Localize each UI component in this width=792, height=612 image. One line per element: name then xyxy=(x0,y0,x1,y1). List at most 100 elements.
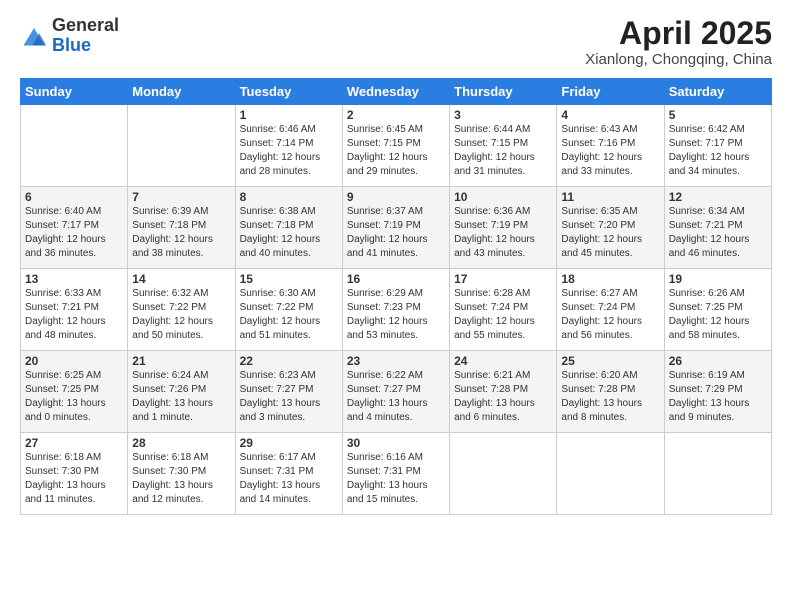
day-info: Sunrise: 6:19 AM Sunset: 7:29 PM Dayligh… xyxy=(669,369,767,425)
calendar-cell: 12Sunrise: 6:34 AM Sunset: 7:21 PM Dayli… xyxy=(664,187,771,269)
day-number: 17 xyxy=(454,272,552,286)
logo-icon xyxy=(20,21,48,49)
day-info: Sunrise: 6:27 AM Sunset: 7:24 PM Dayligh… xyxy=(561,287,659,343)
calendar-table: Sunday Monday Tuesday Wednesday Thursday… xyxy=(20,78,772,515)
calendar-cell: 2Sunrise: 6:45 AM Sunset: 7:15 PM Daylig… xyxy=(342,105,449,187)
calendar-cell: 7Sunrise: 6:39 AM Sunset: 7:18 PM Daylig… xyxy=(128,187,235,269)
calendar-cell: 16Sunrise: 6:29 AM Sunset: 7:23 PM Dayli… xyxy=(342,269,449,351)
day-info: Sunrise: 6:18 AM Sunset: 7:30 PM Dayligh… xyxy=(132,451,230,507)
calendar-week-1: 1Sunrise: 6:46 AM Sunset: 7:14 PM Daylig… xyxy=(21,105,772,187)
calendar-cell: 11Sunrise: 6:35 AM Sunset: 7:20 PM Dayli… xyxy=(557,187,664,269)
location: Xianlong, Chongqing, China xyxy=(585,51,772,68)
calendar-cell xyxy=(664,433,771,515)
day-info: Sunrise: 6:20 AM Sunset: 7:28 PM Dayligh… xyxy=(561,369,659,425)
day-number: 12 xyxy=(669,190,767,204)
calendar-cell: 4Sunrise: 6:43 AM Sunset: 7:16 PM Daylig… xyxy=(557,105,664,187)
calendar-cell: 17Sunrise: 6:28 AM Sunset: 7:24 PM Dayli… xyxy=(450,269,557,351)
day-info: Sunrise: 6:35 AM Sunset: 7:20 PM Dayligh… xyxy=(561,205,659,261)
day-info: Sunrise: 6:16 AM Sunset: 7:31 PM Dayligh… xyxy=(347,451,445,507)
day-info: Sunrise: 6:43 AM Sunset: 7:16 PM Dayligh… xyxy=(561,123,659,179)
day-number: 2 xyxy=(347,108,445,122)
calendar-cell: 3Sunrise: 6:44 AM Sunset: 7:15 PM Daylig… xyxy=(450,105,557,187)
calendar-cell: 14Sunrise: 6:32 AM Sunset: 7:22 PM Dayli… xyxy=(128,269,235,351)
logo: General Blue xyxy=(20,16,119,56)
calendar-week-3: 13Sunrise: 6:33 AM Sunset: 7:21 PM Dayli… xyxy=(21,269,772,351)
title-block: April 2025 Xianlong, Chongqing, China xyxy=(585,16,772,68)
day-number: 5 xyxy=(669,108,767,122)
day-number: 9 xyxy=(347,190,445,204)
calendar-cell: 5Sunrise: 6:42 AM Sunset: 7:17 PM Daylig… xyxy=(664,105,771,187)
calendar-week-4: 20Sunrise: 6:25 AM Sunset: 7:25 PM Dayli… xyxy=(21,351,772,433)
day-info: Sunrise: 6:32 AM Sunset: 7:22 PM Dayligh… xyxy=(132,287,230,343)
col-monday: Monday xyxy=(128,79,235,105)
day-number: 27 xyxy=(25,436,123,450)
day-number: 1 xyxy=(240,108,338,122)
col-sunday: Sunday xyxy=(21,79,128,105)
calendar-cell xyxy=(450,433,557,515)
day-info: Sunrise: 6:44 AM Sunset: 7:15 PM Dayligh… xyxy=(454,123,552,179)
day-number: 21 xyxy=(132,354,230,368)
day-info: Sunrise: 6:45 AM Sunset: 7:15 PM Dayligh… xyxy=(347,123,445,179)
day-info: Sunrise: 6:28 AM Sunset: 7:24 PM Dayligh… xyxy=(454,287,552,343)
col-wednesday: Wednesday xyxy=(342,79,449,105)
day-number: 22 xyxy=(240,354,338,368)
day-number: 20 xyxy=(25,354,123,368)
day-number: 11 xyxy=(561,190,659,204)
day-info: Sunrise: 6:17 AM Sunset: 7:31 PM Dayligh… xyxy=(240,451,338,507)
day-info: Sunrise: 6:26 AM Sunset: 7:25 PM Dayligh… xyxy=(669,287,767,343)
calendar-cell: 25Sunrise: 6:20 AM Sunset: 7:28 PM Dayli… xyxy=(557,351,664,433)
calendar-cell: 20Sunrise: 6:25 AM Sunset: 7:25 PM Dayli… xyxy=(21,351,128,433)
calendar-cell: 1Sunrise: 6:46 AM Sunset: 7:14 PM Daylig… xyxy=(235,105,342,187)
calendar-cell: 27Sunrise: 6:18 AM Sunset: 7:30 PM Dayli… xyxy=(21,433,128,515)
calendar-cell: 23Sunrise: 6:22 AM Sunset: 7:27 PM Dayli… xyxy=(342,351,449,433)
calendar-cell: 18Sunrise: 6:27 AM Sunset: 7:24 PM Dayli… xyxy=(557,269,664,351)
calendar-cell: 24Sunrise: 6:21 AM Sunset: 7:28 PM Dayli… xyxy=(450,351,557,433)
day-number: 26 xyxy=(669,354,767,368)
day-info: Sunrise: 6:37 AM Sunset: 7:19 PM Dayligh… xyxy=(347,205,445,261)
calendar-cell: 30Sunrise: 6:16 AM Sunset: 7:31 PM Dayli… xyxy=(342,433,449,515)
calendar-cell: 21Sunrise: 6:24 AM Sunset: 7:26 PM Dayli… xyxy=(128,351,235,433)
day-info: Sunrise: 6:46 AM Sunset: 7:14 PM Dayligh… xyxy=(240,123,338,179)
day-number: 30 xyxy=(347,436,445,450)
day-number: 3 xyxy=(454,108,552,122)
day-info: Sunrise: 6:22 AM Sunset: 7:27 PM Dayligh… xyxy=(347,369,445,425)
calendar-cell: 15Sunrise: 6:30 AM Sunset: 7:22 PM Dayli… xyxy=(235,269,342,351)
day-number: 7 xyxy=(132,190,230,204)
header-row: Sunday Monday Tuesday Wednesday Thursday… xyxy=(21,79,772,105)
day-number: 4 xyxy=(561,108,659,122)
day-number: 14 xyxy=(132,272,230,286)
day-number: 6 xyxy=(25,190,123,204)
calendar-cell: 29Sunrise: 6:17 AM Sunset: 7:31 PM Dayli… xyxy=(235,433,342,515)
day-info: Sunrise: 6:36 AM Sunset: 7:19 PM Dayligh… xyxy=(454,205,552,261)
col-tuesday: Tuesday xyxy=(235,79,342,105)
day-info: Sunrise: 6:30 AM Sunset: 7:22 PM Dayligh… xyxy=(240,287,338,343)
day-number: 13 xyxy=(25,272,123,286)
calendar-cell: 19Sunrise: 6:26 AM Sunset: 7:25 PM Dayli… xyxy=(664,269,771,351)
day-number: 25 xyxy=(561,354,659,368)
page: General Blue April 2025 Xianlong, Chongq… xyxy=(0,0,792,612)
calendar-cell: 13Sunrise: 6:33 AM Sunset: 7:21 PM Dayli… xyxy=(21,269,128,351)
calendar-cell xyxy=(21,105,128,187)
day-number: 10 xyxy=(454,190,552,204)
calendar-cell xyxy=(128,105,235,187)
day-number: 24 xyxy=(454,354,552,368)
day-info: Sunrise: 6:38 AM Sunset: 7:18 PM Dayligh… xyxy=(240,205,338,261)
calendar-week-5: 27Sunrise: 6:18 AM Sunset: 7:30 PM Dayli… xyxy=(21,433,772,515)
day-number: 19 xyxy=(669,272,767,286)
col-friday: Friday xyxy=(557,79,664,105)
day-info: Sunrise: 6:25 AM Sunset: 7:25 PM Dayligh… xyxy=(25,369,123,425)
calendar-week-2: 6Sunrise: 6:40 AM Sunset: 7:17 PM Daylig… xyxy=(21,187,772,269)
day-number: 28 xyxy=(132,436,230,450)
calendar-cell: 9Sunrise: 6:37 AM Sunset: 7:19 PM Daylig… xyxy=(342,187,449,269)
day-number: 18 xyxy=(561,272,659,286)
calendar-cell: 6Sunrise: 6:40 AM Sunset: 7:17 PM Daylig… xyxy=(21,187,128,269)
day-info: Sunrise: 6:33 AM Sunset: 7:21 PM Dayligh… xyxy=(25,287,123,343)
day-info: Sunrise: 6:18 AM Sunset: 7:30 PM Dayligh… xyxy=(25,451,123,507)
calendar-cell xyxy=(557,433,664,515)
day-info: Sunrise: 6:29 AM Sunset: 7:23 PM Dayligh… xyxy=(347,287,445,343)
day-info: Sunrise: 6:34 AM Sunset: 7:21 PM Dayligh… xyxy=(669,205,767,261)
day-info: Sunrise: 6:24 AM Sunset: 7:26 PM Dayligh… xyxy=(132,369,230,425)
day-number: 29 xyxy=(240,436,338,450)
header: General Blue April 2025 Xianlong, Chongq… xyxy=(20,16,772,68)
calendar-cell: 28Sunrise: 6:18 AM Sunset: 7:30 PM Dayli… xyxy=(128,433,235,515)
